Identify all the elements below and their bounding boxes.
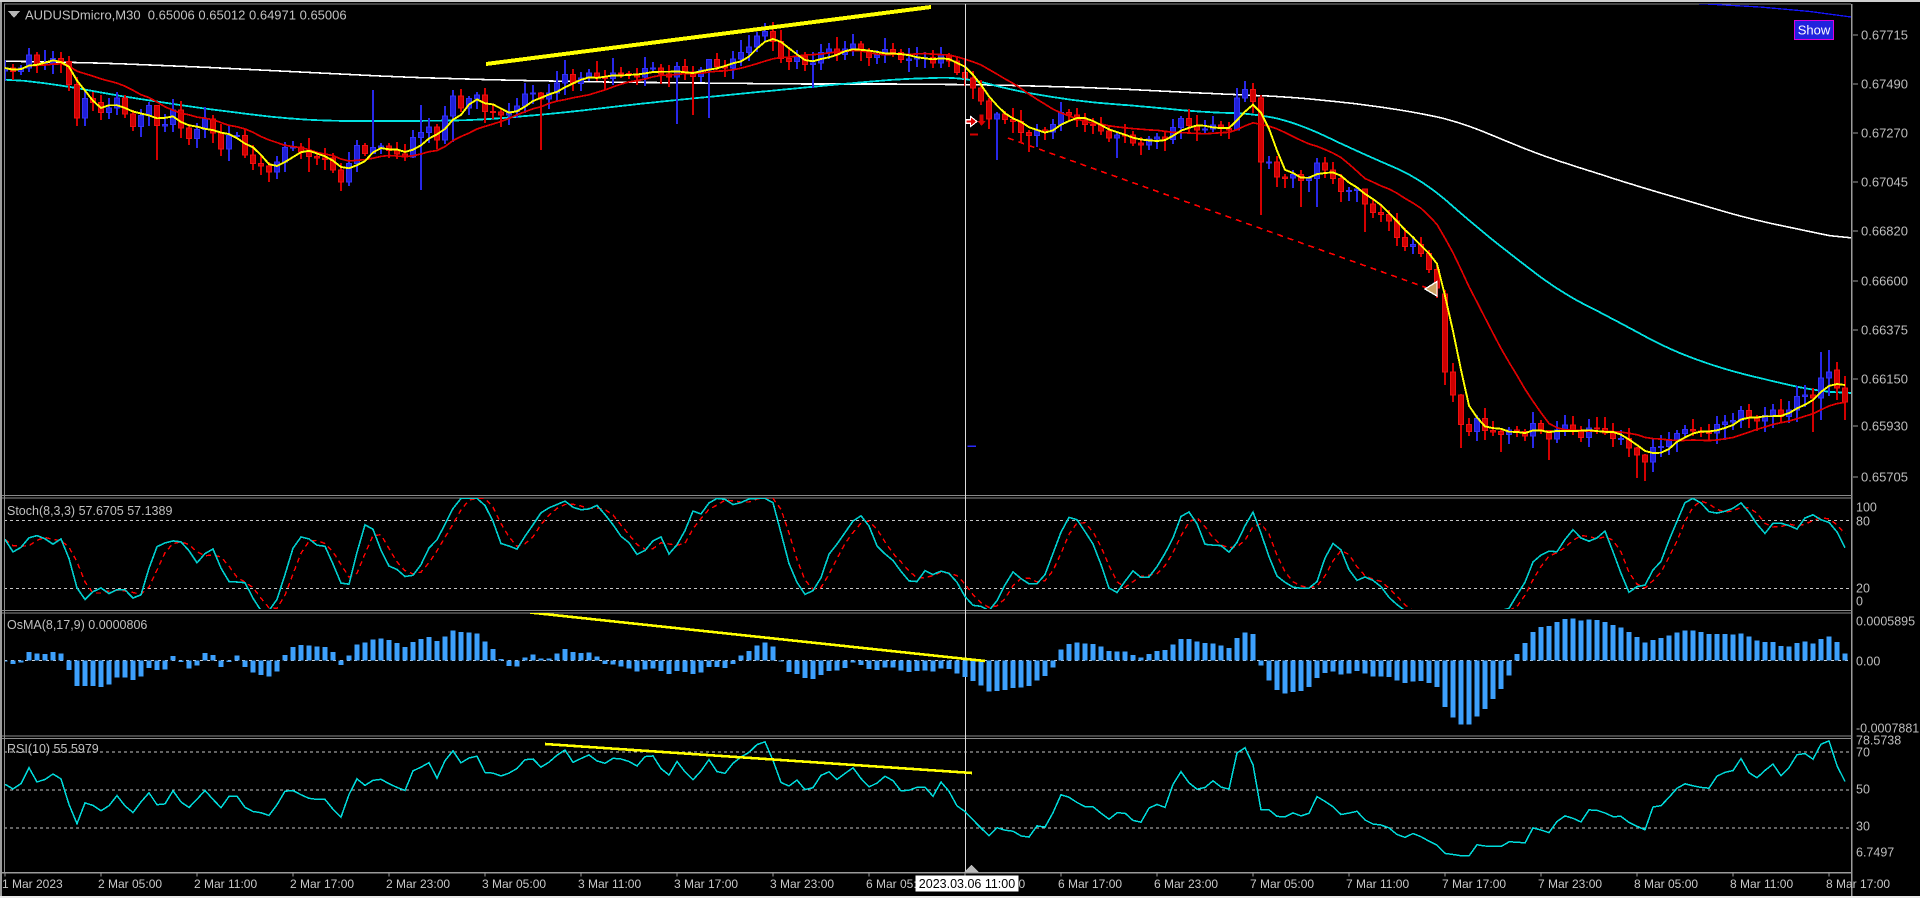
- svg-text:7 Mar 17:00: 7 Mar 17:00: [1442, 877, 1506, 891]
- svg-text:2 Mar 23:00: 2 Mar 23:00: [386, 877, 450, 891]
- svg-text:RSI(10) 55.5979: RSI(10) 55.5979: [7, 742, 99, 756]
- svg-text:100: 100: [1856, 501, 1877, 515]
- svg-text:Show: Show: [1798, 23, 1831, 38]
- svg-text:2023.03.06 11:00: 2023.03.06 11:00: [919, 877, 1015, 891]
- svg-text:0.67490: 0.67490: [1861, 77, 1908, 92]
- svg-text:1 Mar 2023: 1 Mar 2023: [2, 877, 63, 891]
- svg-text:8 Mar 11:00: 8 Mar 11:00: [1730, 877, 1793, 891]
- svg-text:7 Mar 11:00: 7 Mar 11:00: [1346, 877, 1409, 891]
- svg-text:70: 70: [1856, 746, 1870, 760]
- svg-text:OsMA(8,17,9) 0.0000806: OsMA(8,17,9) 0.0000806: [7, 618, 147, 632]
- svg-text:2 Mar 17:00: 2 Mar 17:00: [290, 877, 354, 891]
- svg-text:20: 20: [1856, 582, 1870, 596]
- svg-text:6 Mar 23:00: 6 Mar 23:00: [1154, 877, 1218, 891]
- svg-text:0.67045: 0.67045: [1861, 175, 1908, 190]
- svg-text:2 Mar 05:00: 2 Mar 05:00: [98, 877, 162, 891]
- svg-text:0.67270: 0.67270: [1861, 126, 1908, 141]
- svg-text:0.65705: 0.65705: [1861, 470, 1908, 485]
- svg-text:0.66600: 0.66600: [1861, 274, 1908, 289]
- svg-text:0: 0: [1856, 595, 1863, 609]
- svg-text:8 Mar 05:00: 8 Mar 05:00: [1634, 877, 1698, 891]
- svg-text:8 Mar 17:00: 8 Mar 17:00: [1826, 877, 1890, 891]
- svg-text:3 Mar 23:00: 3 Mar 23:00: [770, 877, 834, 891]
- svg-text:0.66375: 0.66375: [1861, 323, 1908, 338]
- svg-text:3 Mar 05:00: 3 Mar 05:00: [482, 877, 546, 891]
- svg-text:2 Mar 11:00: 2 Mar 11:00: [194, 877, 257, 891]
- svg-text:3 Mar 11:00: 3 Mar 11:00: [578, 877, 641, 891]
- svg-text:3 Mar 17:00: 3 Mar 17:00: [674, 877, 738, 891]
- svg-text:50: 50: [1856, 783, 1870, 797]
- svg-text:0.66150: 0.66150: [1861, 372, 1908, 387]
- svg-text:0.0005895: 0.0005895: [1856, 615, 1915, 629]
- svg-text:Stoch(8,3,3) 57.6705 57.1389: Stoch(8,3,3) 57.6705 57.1389: [7, 504, 172, 518]
- svg-text:6.7497: 6.7497: [1856, 846, 1894, 860]
- svg-text:0.00: 0.00: [1856, 655, 1880, 669]
- svg-text:0.66820: 0.66820: [1861, 224, 1908, 239]
- svg-text:0.65930: 0.65930: [1861, 419, 1908, 434]
- svg-text:AUDUSDmicro,M30 0.65006 0.650: AUDUSDmicro,M30 0.65006 0.65012 0.64971 …: [25, 8, 347, 23]
- svg-text:80: 80: [1856, 515, 1870, 529]
- svg-text:30: 30: [1856, 820, 1870, 834]
- svg-text:7 Mar 05:00: 7 Mar 05:00: [1250, 877, 1314, 891]
- svg-text:6 Mar 17:00: 6 Mar 17:00: [1058, 877, 1122, 891]
- svg-text:7 Mar 23:00: 7 Mar 23:00: [1538, 877, 1602, 891]
- svg-text:0.67715: 0.67715: [1861, 28, 1908, 43]
